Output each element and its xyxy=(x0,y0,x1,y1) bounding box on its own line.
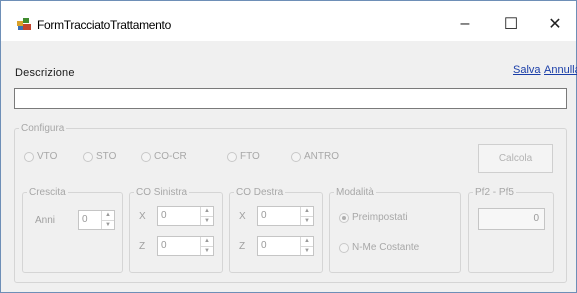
radio-label: Preimpostati xyxy=(352,212,408,223)
co-sinistra-x-value: 0 xyxy=(161,210,167,221)
spin-arrows: ▲ ▼ xyxy=(200,237,213,255)
co-sinistra-z-value: 0 xyxy=(161,240,167,251)
pf-legend: Pf2 - Pf5 xyxy=(475,187,514,198)
description-label: Descrizione xyxy=(15,67,75,79)
spin-arrows: ▲ ▼ xyxy=(300,237,313,255)
spin-down-icon[interactable]: ▼ xyxy=(102,220,114,230)
radio-dot xyxy=(339,242,349,253)
spin-up-icon[interactable]: ▲ xyxy=(301,237,313,246)
maximize-button[interactable]: ☐ xyxy=(489,9,533,39)
app-logo-icon xyxy=(17,18,31,30)
radio-fto[interactable]: FTO xyxy=(227,151,260,162)
anni-value: 0 xyxy=(82,214,88,225)
radio-label: STO xyxy=(96,151,117,162)
co-destra-z-value: 0 xyxy=(261,240,267,251)
co-destra-z-spinner[interactable]: 0 ▲ ▼ xyxy=(257,236,314,256)
co-sinistra-z-spinner[interactable]: 0 ▲ ▼ xyxy=(157,236,214,256)
radio-dot xyxy=(227,151,237,162)
spin-up-icon[interactable]: ▲ xyxy=(301,207,313,216)
radio-dot xyxy=(24,151,34,162)
spin-down-icon[interactable]: ▼ xyxy=(301,246,313,256)
configura-legend: Configura xyxy=(21,123,65,134)
description-input[interactable] xyxy=(14,88,567,109)
crescita-group: Crescita xyxy=(22,187,123,273)
pf-value-box[interactable]: 0 xyxy=(478,208,545,230)
modalita-group: Modalità xyxy=(329,187,461,273)
modalita-legend: Modalità xyxy=(336,187,374,198)
co-sinistra-z-label: Z xyxy=(139,241,146,252)
spin-up-icon[interactable]: ▲ xyxy=(201,237,213,246)
co-destra-legend: CO Destra xyxy=(236,187,284,198)
radio-preimpostati[interactable]: Preimpostati xyxy=(339,212,408,223)
radio-label: FTO xyxy=(240,151,260,162)
co-destra-x-label: X xyxy=(239,211,246,222)
annulla-link[interactable]: Annulla xyxy=(544,64,577,76)
spin-arrows: ▲ ▼ xyxy=(300,207,313,225)
radio-label: CO-CR xyxy=(154,151,187,162)
co-sinistra-x-label: X xyxy=(139,211,146,222)
window-title: FormTracciatoTrattamento xyxy=(37,18,171,32)
co-sinistra-x-spinner[interactable]: 0 ▲ ▼ xyxy=(157,206,214,226)
spin-down-icon[interactable]: ▼ xyxy=(201,216,213,226)
radio-dot xyxy=(83,151,93,162)
co-destra-group: CO Destra xyxy=(229,187,323,273)
co-sinistra-group: CO Sinistra xyxy=(129,187,223,273)
salva-link[interactable]: Salva xyxy=(513,64,541,76)
radio-co-cr[interactable]: CO-CR xyxy=(141,151,187,162)
title-bar: FormTracciatoTrattamento – ☐ ✕ xyxy=(1,1,576,41)
co-destra-x-value: 0 xyxy=(261,210,267,221)
radio-sto[interactable]: STO xyxy=(83,151,116,162)
spin-arrows: ▲ ▼ xyxy=(101,211,114,229)
form-window: FormTracciatoTrattamento – ☐ ✕ Descrizio… xyxy=(0,0,577,293)
close-button[interactable]: ✕ xyxy=(533,9,577,39)
minimize-button[interactable]: – xyxy=(443,9,487,39)
calcola-button[interactable]: Calcola xyxy=(478,144,553,173)
co-sinistra-legend: CO Sinistra xyxy=(136,187,188,198)
spin-up-icon[interactable]: ▲ xyxy=(102,211,114,220)
radio-label: N-Me Costante xyxy=(352,242,420,253)
spin-down-icon[interactable]: ▼ xyxy=(301,216,313,226)
co-destra-z-label: Z xyxy=(239,241,246,252)
anni-label: Anni xyxy=(35,215,56,226)
crescita-legend: Crescita xyxy=(29,187,66,198)
radio-label: ANTRO xyxy=(304,151,339,162)
radio-dot-selected xyxy=(339,212,349,223)
spin-up-icon[interactable]: ▲ xyxy=(201,207,213,216)
radio-dot xyxy=(141,151,151,162)
radio-vto[interactable]: VTO xyxy=(24,151,57,162)
co-destra-x-spinner[interactable]: 0 ▲ ▼ xyxy=(257,206,314,226)
radio-antro[interactable]: ANTRO xyxy=(291,151,339,162)
radio-label: VTO xyxy=(37,151,58,162)
spin-down-icon[interactable]: ▼ xyxy=(201,246,213,256)
spin-arrows: ▲ ▼ xyxy=(200,207,213,225)
anni-spinner[interactable]: 0 ▲ ▼ xyxy=(78,210,115,230)
radio-n-me-costante[interactable]: N-Me Costante xyxy=(339,242,419,253)
radio-dot xyxy=(291,151,301,162)
pf-group: Pf2 - Pf5 xyxy=(468,187,554,273)
